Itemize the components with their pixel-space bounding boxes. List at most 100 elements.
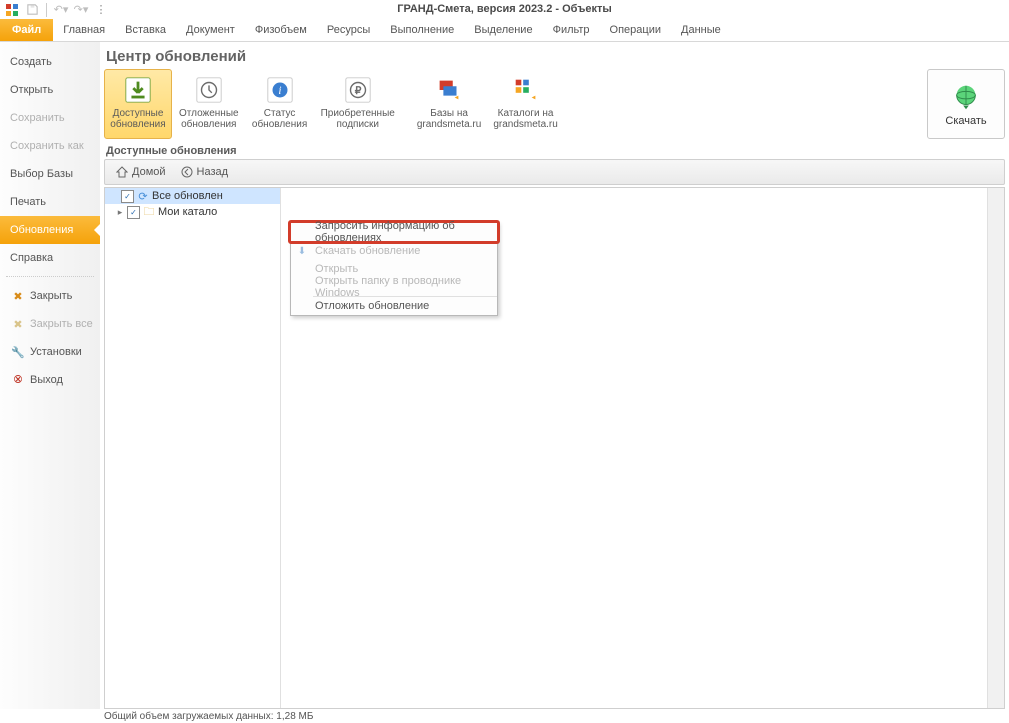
sidebar-item-label: Справка <box>10 252 53 264</box>
tab-insert[interactable]: Вставка <box>115 19 176 41</box>
btn-label: Приобретенные <box>321 108 395 119</box>
tree-expander[interactable]: ▸ <box>115 207 125 218</box>
refresh-icon: ⟳ <box>136 189 150 203</box>
tree-label: Все обновлен <box>152 190 223 202</box>
breadcrumb-label: Назад <box>197 166 229 178</box>
status-text: Общий объем загружаемых данных: 1,28 МБ <box>104 711 313 722</box>
page-title: Центр обновлений <box>106 48 1009 65</box>
tab-execution[interactable]: Выполнение <box>380 19 464 41</box>
tab-selection[interactable]: Выделение <box>464 19 542 41</box>
sidebar-item-choose-base[interactable]: Выбор Базы <box>0 160 100 188</box>
sidebar-item-label: Выбор Базы <box>10 168 73 180</box>
undo-icon[interactable]: ↶▾ <box>53 2 69 18</box>
btn-label: обновления <box>181 119 236 130</box>
breadcrumb-back[interactable]: Назад <box>176 163 233 181</box>
btn-label: grandsmeta.ru <box>493 119 557 130</box>
svg-text:₽: ₽ <box>354 86 361 97</box>
updates-explorer: ✓ ⟳ Все обновлен ▸ ✓ 🗀 Мои катало <box>104 187 1005 709</box>
btn-available-updates[interactable]: Доступные обновления <box>104 69 172 139</box>
sidebar-item-label: Закрыть <box>30 290 72 302</box>
ctx-open-folder: Открыть папку в проводнике Windows <box>291 278 497 296</box>
btn-label: Базы на <box>430 108 468 119</box>
back-arrow-icon <box>180 165 194 179</box>
qat-customize-icon[interactable]: ⋮ <box>93 2 109 18</box>
updates-toolbar: Доступные обновления Отложенные обновлен… <box>100 67 1009 139</box>
section-subheader: Доступные обновления <box>106 145 1009 157</box>
sidebar-item-save: Сохранить <box>0 104 100 132</box>
ctx-request-info[interactable]: Запросить информацию об обновлениях <box>291 223 497 241</box>
vertical-scrollbar[interactable] <box>988 188 1004 708</box>
download-box-icon <box>122 74 154 106</box>
ctx-label: Открыть <box>315 263 358 275</box>
title-bar: ↶▾ ↷▾ ⋮ ГРАНД-Смета, версия 2023.2 - Объ… <box>0 0 1009 19</box>
tab-document[interactable]: Документ <box>176 19 245 41</box>
sidebar-item-open[interactable]: Открыть <box>0 76 100 104</box>
btn-label: Скачать <box>945 115 986 127</box>
tab-physvolume[interactable]: Физобъем <box>245 19 317 41</box>
updates-tree: ✓ ⟳ Все обновлен ▸ ✓ 🗀 Мои катало <box>105 188 281 708</box>
btn-label: Статус <box>264 108 296 119</box>
tab-data[interactable]: Данные <box>671 19 731 41</box>
wrench-icon: 🔧 <box>10 344 26 360</box>
tree-row-my-catalogs[interactable]: ▸ ✓ 🗀 Мои катало <box>105 204 280 220</box>
ribbon-tabs: Файл Главная Вставка Документ Физобъем Р… <box>0 19 1009 42</box>
breadcrumb-bar: Домой Назад <box>104 159 1005 185</box>
sidebar-item-label: Сохранить <box>10 112 65 124</box>
file-tab[interactable]: Файл <box>0 19 53 41</box>
catalog-web-icon <box>510 74 542 106</box>
breadcrumb-home[interactable]: Домой <box>111 163 170 181</box>
redo-icon[interactable]: ↷▾ <box>73 2 89 18</box>
tab-filter[interactable]: Фильтр <box>543 19 600 41</box>
sidebar-item-label: Сохранить как <box>10 140 84 152</box>
sidebar-item-label: Закрыть все <box>30 318 93 330</box>
ctx-label: Запросить информацию об обновлениях <box>315 220 497 244</box>
tab-resources[interactable]: Ресурсы <box>317 19 380 41</box>
save-icon[interactable] <box>24 2 40 18</box>
btn-label: Отложенные <box>179 108 239 119</box>
sidebar-item-settings[interactable]: 🔧 Установки <box>0 338 100 366</box>
tab-operations[interactable]: Операции <box>600 19 671 41</box>
checkbox-icon[interactable]: ✓ <box>121 190 134 203</box>
ctx-label: Открыть папку в проводнике Windows <box>315 275 497 299</box>
sidebar-item-label: Установки <box>30 346 82 358</box>
btn-label: grandsmeta.ru <box>417 119 481 130</box>
app-icon <box>4 2 20 18</box>
sidebar-item-exit[interactable]: ⮿ Выход <box>0 366 100 394</box>
sidebar-item-save-as: Сохранить как <box>0 132 100 160</box>
ctx-download-update: ⬇ Скачать обновление <box>291 242 497 260</box>
quick-access-toolbar: ↶▾ ↷▾ ⋮ <box>0 0 1009 19</box>
breadcrumb-label: Домой <box>132 166 166 178</box>
svg-text:i: i <box>278 85 281 97</box>
tree-row-all-updates[interactable]: ✓ ⟳ Все обновлен <box>105 188 280 204</box>
qat-separator <box>46 3 47 17</box>
sidebar-item-create[interactable]: Создать <box>0 48 100 76</box>
btn-catalogs-online[interactable]: Каталоги на grandsmeta.ru <box>488 69 562 139</box>
ctx-defer-update[interactable]: Отложить обновление <box>291 297 497 315</box>
sidebar-item-close[interactable]: ✖ Закрыть <box>0 282 100 310</box>
sidebar-item-print[interactable]: Печать <box>0 188 100 216</box>
sidebar-separator <box>6 276 94 278</box>
exit-icon: ⮿ <box>10 372 26 388</box>
ruble-icon: ₽ <box>342 74 374 106</box>
download-icon: ⬇ <box>295 244 309 258</box>
globe-download-icon <box>951 82 981 115</box>
sidebar-item-help[interactable]: Справка <box>0 244 100 272</box>
clock-icon <box>193 74 225 106</box>
database-web-icon <box>433 74 465 106</box>
home-icon <box>115 165 129 179</box>
sidebar-item-close-all: ✖ Закрыть все <box>0 310 100 338</box>
btn-deferred-updates[interactable]: Отложенные обновления <box>174 69 244 139</box>
sidebar-item-updates[interactable]: Обновления <box>0 216 100 244</box>
btn-update-status[interactable]: i Статус обновления <box>246 69 314 139</box>
checkbox-icon[interactable]: ✓ <box>127 206 140 219</box>
btn-download[interactable]: Скачать <box>927 69 1005 139</box>
tab-main[interactable]: Главная <box>53 19 115 41</box>
btn-purchased-subscriptions[interactable]: ₽ Приобретенные подписки <box>316 69 400 139</box>
sidebar-item-label: Создать <box>10 56 52 68</box>
sidebar-item-label: Печать <box>10 196 46 208</box>
btn-label: обновления <box>110 119 165 130</box>
ctx-label: Отложить обновление <box>315 300 429 312</box>
folder-icon: 🗀 <box>142 205 156 219</box>
btn-label: обновления <box>252 119 307 130</box>
btn-bases-online[interactable]: Базы на grandsmeta.ru <box>412 69 486 139</box>
